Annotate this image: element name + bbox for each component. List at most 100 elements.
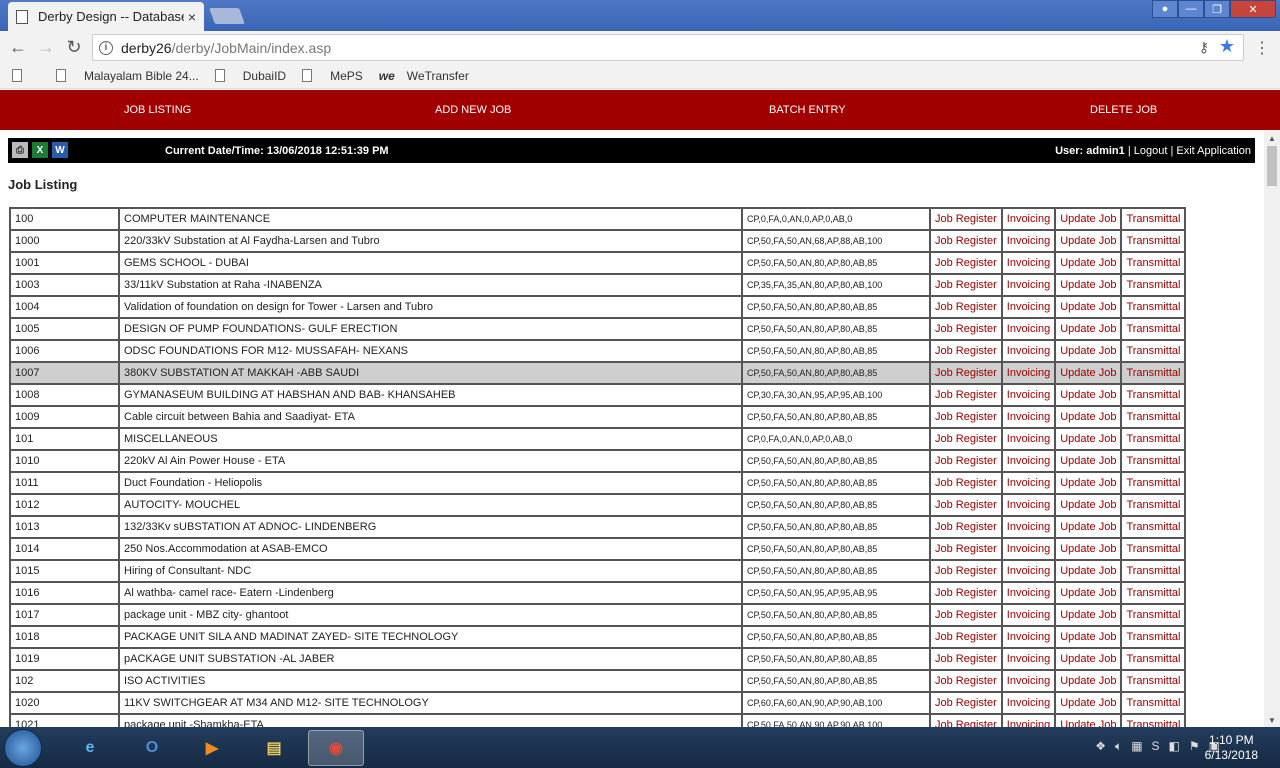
nav-job-listing[interactable]: JOB LISTING — [124, 104, 191, 116]
table-row[interactable]: 1014 250 Nos.Accommodation at ASAB-EMCO CP… — [9, 537, 1187, 561]
bookmark-item[interactable]: MePS — [302, 69, 363, 83]
transmittal-link[interactable]: Transmittal — [1120, 317, 1187, 341]
transmittal-link[interactable]: Transmittal — [1120, 273, 1187, 297]
invoicing-link[interactable]: Invoicing — [1000, 229, 1057, 253]
close-tab-icon[interactable]: × — [188, 9, 196, 25]
transmittal-link[interactable]: Transmittal — [1120, 515, 1187, 539]
table-row[interactable]: 1007 380KV SUBSTATION AT MAKKAH -ABB SAUD… — [9, 361, 1187, 385]
job-register-link[interactable]: Job Register — [929, 405, 1003, 429]
invoicing-link[interactable]: Invoicing — [1000, 339, 1057, 363]
update-job-link[interactable]: Update Job — [1054, 669, 1123, 693]
print-icon[interactable]: ⎙ — [12, 142, 28, 158]
invoicing-link[interactable]: Invoicing — [1000, 537, 1057, 561]
exit-application-link[interactable]: Exit Application — [1176, 145, 1251, 157]
table-row[interactable]: 100 COMPUTER MAINTENANCE CP,0,FA,0,AN,0,AP… — [9, 207, 1187, 231]
table-row[interactable]: 1005 DESIGN OF PUMP FOUNDATIONS- GULF ERE… — [9, 317, 1187, 341]
invoicing-link[interactable]: Invoicing — [1000, 273, 1057, 297]
invoicing-link[interactable]: Invoicing — [1000, 361, 1057, 385]
transmittal-link[interactable]: Transmittal — [1120, 405, 1187, 429]
table-row[interactable]: 1001 GEMS SCHOOL - DUBAI CP,50,FA,50,AN,80… — [9, 251, 1187, 275]
browser-menu-icon[interactable]: ⋮ — [1254, 38, 1270, 58]
job-register-link[interactable]: Job Register — [929, 383, 1003, 407]
job-register-link[interactable]: Job Register — [929, 625, 1003, 649]
invoicing-link[interactable]: Invoicing — [1000, 449, 1057, 473]
update-job-link[interactable]: Update Job — [1054, 339, 1123, 363]
invoicing-link[interactable]: Invoicing — [1000, 691, 1057, 715]
update-job-link[interactable]: Update Job — [1054, 317, 1123, 341]
bookmark-star-icon[interactable]: ★ — [1219, 36, 1235, 57]
invoicing-link[interactable]: Invoicing — [1000, 515, 1057, 539]
transmittal-link[interactable]: Transmittal — [1120, 449, 1187, 473]
back-icon[interactable]: ← — [4, 37, 32, 58]
table-row[interactable]: 1017 package unit - MBZ city- ghantoot CP,… — [9, 603, 1187, 627]
maximize-icon[interactable]: ❐ — [1204, 0, 1230, 18]
close-window-icon[interactable]: ✕ — [1230, 0, 1276, 18]
transmittal-link[interactable]: Transmittal — [1120, 537, 1187, 561]
job-register-link[interactable]: Job Register — [929, 537, 1003, 561]
job-register-link[interactable]: Job Register — [929, 273, 1003, 297]
nav-add-new-job[interactable]: ADD NEW JOB — [435, 104, 511, 116]
update-job-link[interactable]: Update Job — [1054, 295, 1123, 319]
table-row[interactable]: 1003 33/11kV Substation at Raha -INABENZA… — [9, 273, 1187, 297]
skype-icon[interactable]: S — [1152, 739, 1160, 754]
transmittal-link[interactable]: Transmittal — [1120, 493, 1187, 517]
update-job-link[interactable]: Update Job — [1054, 207, 1123, 231]
job-register-link[interactable]: Job Register — [929, 317, 1003, 341]
start-button[interactable] — [4, 729, 42, 767]
table-row[interactable]: 1015 Hiring of Consultant- NDC CP,50,FA,50… — [9, 559, 1187, 583]
update-job-link[interactable]: Update Job — [1054, 493, 1123, 517]
nav-delete-job[interactable]: DELETE JOB — [1090, 104, 1157, 116]
flag-icon[interactable]: ⚑ — [1189, 739, 1200, 754]
job-register-link[interactable]: Job Register — [929, 229, 1003, 253]
transmittal-link[interactable]: Transmittal — [1120, 559, 1187, 583]
page-scrollbar[interactable]: ▲ ▼ — [1264, 130, 1280, 727]
invoicing-link[interactable]: Invoicing — [1000, 383, 1057, 407]
update-job-link[interactable]: Update Job — [1054, 581, 1123, 605]
transmittal-link[interactable]: Transmittal — [1120, 229, 1187, 253]
outlook-icon[interactable]: O — [124, 730, 180, 766]
job-register-link[interactable]: Job Register — [929, 669, 1003, 693]
job-register-link[interactable]: Job Register — [929, 713, 1003, 727]
transmittal-link[interactable]: Transmittal — [1120, 581, 1187, 605]
update-job-link[interactable]: Update Job — [1054, 559, 1123, 583]
key-icon[interactable]: ⚷ — [1199, 39, 1209, 56]
update-job-link[interactable]: Update Job — [1054, 691, 1123, 715]
table-row[interactable]: 1006 ODSC FOUNDATIONS FOR M12- MUSSAFAH- … — [9, 339, 1187, 363]
info-icon[interactable]: i — [99, 40, 113, 55]
transmittal-link[interactable]: Transmittal — [1120, 251, 1187, 275]
table-row[interactable]: 1008 GYMANASEUM BUILDING AT HABSHAN AND B… — [9, 383, 1187, 407]
update-job-link[interactable]: Update Job — [1054, 427, 1123, 451]
transmittal-link[interactable]: Transmittal — [1120, 471, 1187, 495]
dropbox-icon[interactable]: ❖ — [1095, 739, 1106, 754]
bookmark-item[interactable]: we WeTransfer — [379, 69, 469, 83]
update-job-link[interactable]: Update Job — [1054, 251, 1123, 275]
minimize-icon[interactable]: — — [1178, 0, 1204, 18]
invoicing-link[interactable]: Invoicing — [1000, 493, 1057, 517]
job-register-link[interactable]: Job Register — [929, 449, 1003, 473]
job-register-link[interactable]: Job Register — [929, 603, 1003, 627]
invoicing-link[interactable]: Invoicing — [1000, 427, 1057, 451]
job-register-link[interactable]: Job Register — [929, 493, 1003, 517]
internet-explorer-icon[interactable]: e — [62, 730, 118, 766]
update-job-link[interactable]: Update Job — [1054, 515, 1123, 539]
media-player-icon[interactable]: ▶ — [184, 730, 240, 766]
job-register-link[interactable]: Job Register — [929, 251, 1003, 275]
table-row[interactable]: 1012 AUTOCITY- MOUCHEL CP,50,FA,50,AN,80,A… — [9, 493, 1187, 517]
transmittal-link[interactable]: Transmittal — [1120, 713, 1187, 727]
update-job-link[interactable]: Update Job — [1054, 273, 1123, 297]
office-icon[interactable]: ◧ — [1169, 739, 1180, 754]
transmittal-link[interactable]: Transmittal — [1120, 361, 1187, 385]
table-row[interactable]: 1019 pACKAGE UNIT SUBSTATION -AL JABER CP,… — [9, 647, 1187, 671]
logout-link[interactable]: Logout — [1134, 145, 1168, 157]
table-row[interactable]: 1021 package unit -Shamkha-ETA CP,50,FA,50… — [9, 713, 1187, 727]
job-register-link[interactable]: Job Register — [929, 515, 1003, 539]
transmittal-link[interactable]: Transmittal — [1120, 295, 1187, 319]
table-row[interactable]: 1000 220/33kV Substation at Al Faydha-Lar… — [9, 229, 1187, 253]
reload-icon[interactable]: ↻ — [60, 37, 88, 58]
job-register-link[interactable]: Job Register — [929, 295, 1003, 319]
update-job-link[interactable]: Update Job — [1054, 471, 1123, 495]
transmittal-link[interactable]: Transmittal — [1120, 603, 1187, 627]
chrome-icon[interactable]: ◉ — [308, 730, 364, 766]
scroll-thumb[interactable] — [1267, 146, 1277, 186]
update-job-link[interactable]: Update Job — [1054, 449, 1123, 473]
